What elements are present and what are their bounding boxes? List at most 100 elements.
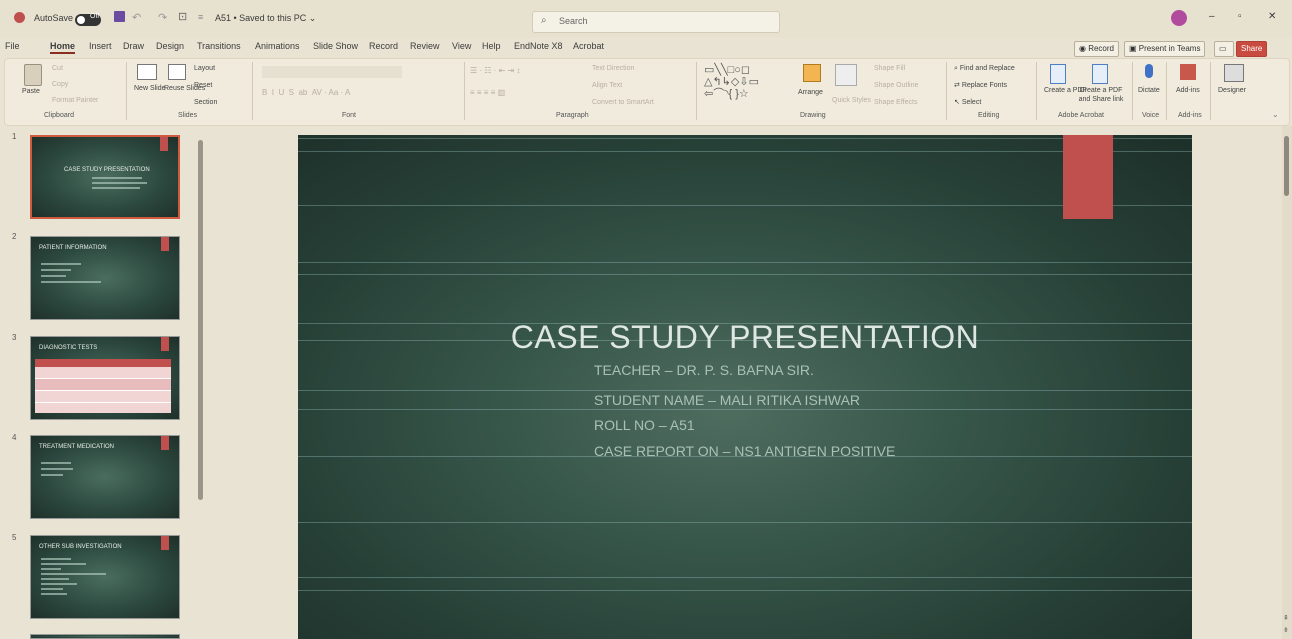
present-from-start-icon[interactable]: ⊡ bbox=[178, 10, 187, 23]
align-text-button[interactable]: Align Text bbox=[592, 81, 622, 90]
microphone-icon[interactable] bbox=[1145, 64, 1153, 78]
create-pdf-button[interactable]: Create a PDF bbox=[1044, 86, 1087, 95]
subtitle-line-teacher[interactable]: TEACHER – DR. P. S. BAFNA SIR. bbox=[594, 362, 814, 378]
group-divider bbox=[464, 62, 465, 120]
tab-acrobat[interactable]: Acrobat bbox=[573, 41, 604, 51]
slide-thumbnail-6[interactable] bbox=[30, 634, 180, 639]
reuse-slides-icon[interactable] bbox=[168, 64, 186, 80]
share-pdf-icon[interactable] bbox=[1092, 64, 1108, 84]
tab-design[interactable]: Design bbox=[156, 41, 184, 51]
quick-styles-icon[interactable] bbox=[835, 64, 857, 86]
tab-insert[interactable]: Insert bbox=[89, 41, 112, 51]
restore-icon[interactable]: ▫ bbox=[1238, 11, 1242, 22]
arrange-icon[interactable] bbox=[803, 64, 821, 82]
dictate-button[interactable]: Dictate bbox=[1138, 86, 1160, 95]
tab-animations[interactable]: Animations bbox=[255, 41, 300, 51]
create-pdf-icon[interactable] bbox=[1050, 64, 1066, 84]
decorative-line bbox=[298, 262, 1192, 263]
select-button[interactable]: ↖ Select bbox=[954, 98, 981, 107]
slide-thumbnail-2[interactable]: PATIENT INFORMATION bbox=[30, 236, 180, 320]
slide-title[interactable]: CASE STUDY PRESENTATION bbox=[298, 319, 1192, 356]
previous-slide-icon[interactable]: ⇞ bbox=[1283, 614, 1289, 622]
designer-icon[interactable] bbox=[1224, 64, 1244, 82]
tab-home[interactable]: Home bbox=[50, 41, 76, 54]
subtitle-line-roll[interactable]: ROLL NO – A51 bbox=[594, 417, 695, 433]
decorative-line bbox=[298, 138, 1192, 139]
arrange-button[interactable]: Arrange bbox=[798, 88, 823, 97]
shape-fill-button[interactable]: Shape Fill bbox=[874, 64, 905, 73]
thumbnail-number: 1 bbox=[12, 132, 17, 141]
copy-button[interactable]: Copy bbox=[52, 80, 68, 89]
thumbnail-ribbon-accent bbox=[161, 436, 169, 450]
slide-scrollbar[interactable]: ⇞ ⇟ bbox=[1282, 126, 1292, 639]
shape-effects-button[interactable]: Shape Effects bbox=[874, 98, 917, 107]
slide-scrollbar-thumb[interactable] bbox=[1284, 136, 1289, 196]
replace-fonts-button[interactable]: ⇄ Replace Fonts bbox=[954, 81, 1007, 90]
tab-file[interactable]: File bbox=[5, 41, 20, 51]
convert-smartart-button[interactable]: Convert to SmartArt bbox=[592, 98, 654, 107]
close-icon[interactable]: ✕ bbox=[1268, 11, 1276, 22]
group-divider bbox=[1036, 62, 1037, 120]
next-slide-icon[interactable]: ⇟ bbox=[1283, 626, 1289, 634]
addins-group-label: Add-ins bbox=[1178, 112, 1202, 119]
section-button[interactable]: Section bbox=[194, 98, 217, 107]
font-name-box[interactable] bbox=[262, 66, 402, 78]
present-in-teams-button[interactable]: ▣ Present in Teams bbox=[1124, 41, 1206, 57]
paste-icon[interactable] bbox=[24, 64, 42, 86]
tab-transitions[interactable]: Transitions bbox=[197, 41, 241, 51]
new-slide-button[interactable]: New Slide bbox=[134, 84, 166, 93]
subtitle-line-case[interactable]: CASE REPORT ON – NS1 ANTIGEN POSITIVE bbox=[594, 443, 895, 459]
text-direction-button[interactable]: Text Direction bbox=[592, 64, 634, 73]
tab-record[interactable]: Record bbox=[369, 41, 398, 51]
slide-thumbnail-5[interactable]: OTHER SUB INVESTIGATION bbox=[30, 535, 180, 619]
designer-button[interactable]: Designer bbox=[1218, 86, 1246, 95]
paste-button[interactable]: Paste bbox=[22, 87, 40, 96]
tab-review[interactable]: Review bbox=[410, 41, 440, 51]
create-share-pdf-button[interactable]: Create a PDF and Share link bbox=[1074, 86, 1128, 104]
format-painter-button[interactable]: Format Painter bbox=[52, 96, 98, 105]
addins-icon[interactable] bbox=[1180, 64, 1196, 80]
minimize-icon[interactable]: – bbox=[1209, 11, 1215, 22]
tab-endnote[interactable]: EndNote X8 bbox=[514, 41, 563, 51]
shape-outline-button[interactable]: Shape Outline bbox=[874, 81, 918, 90]
avatar[interactable] bbox=[1171, 10, 1187, 26]
share-button[interactable]: Share bbox=[1236, 41, 1268, 57]
tab-draw[interactable]: Draw bbox=[123, 41, 144, 51]
thumbnail-scrollbar-thumb[interactable] bbox=[198, 140, 203, 500]
redo-icon[interactable]: ↷ bbox=[158, 11, 167, 24]
align-buttons[interactable]: ≡ ≡ ≡ ≡ ▥ bbox=[470, 88, 505, 97]
cut-button[interactable]: Cut bbox=[52, 64, 63, 73]
undo-icon[interactable]: ↶ bbox=[132, 11, 141, 24]
addins-button[interactable]: Add-ins bbox=[1176, 86, 1200, 95]
thumbnail-scrollbar[interactable] bbox=[198, 128, 204, 639]
record-button[interactable]: ◉ Record bbox=[1074, 41, 1119, 57]
font-color-icon[interactable]: A bbox=[345, 88, 350, 97]
teams-icon: ▣ bbox=[1129, 44, 1139, 53]
quick-styles-button[interactable]: Quick Styles bbox=[832, 96, 871, 105]
layout-button[interactable]: Layout bbox=[194, 64, 215, 73]
reset-button[interactable]: Reset bbox=[194, 81, 212, 90]
thumbnail-text-line bbox=[41, 593, 67, 595]
save-icon[interactable] bbox=[114, 11, 125, 22]
subtitle-line-student[interactable]: STUDENT NAME – MALI RITIKA ISHWAR bbox=[594, 392, 860, 408]
decorative-line bbox=[298, 151, 1192, 152]
slide-thumbnail-4[interactable]: TREATMENT MEDICATION bbox=[30, 435, 180, 519]
collapse-ribbon-icon[interactable]: ⌄ bbox=[1272, 110, 1279, 119]
search-box[interactable]: ⌕ Search bbox=[532, 11, 780, 33]
customize-toolbar-icon[interactable]: ≡ bbox=[198, 12, 203, 22]
shapes-gallery[interactable]: ▭╲╲□○◻ △↰↳◇⇩▭ ⇦⌒◝{ }☆ bbox=[704, 64, 794, 104]
new-slide-icon[interactable] bbox=[137, 64, 157, 80]
font-format-buttons[interactable]: B I U S ab AV · Aa · A bbox=[262, 88, 350, 97]
tab-view[interactable]: View bbox=[452, 41, 471, 51]
current-slide[interactable]: CASE STUDY PRESENTATION TEACHER – DR. P.… bbox=[298, 135, 1192, 639]
tab-help[interactable]: Help bbox=[482, 41, 501, 51]
slide-thumbnail-1[interactable]: CASE STUDY PRESENTATION bbox=[30, 135, 180, 219]
list-buttons[interactable]: ☰ · ☷ · ⇤ ⇥ ↕ bbox=[470, 66, 520, 75]
slide-ribbon-accent bbox=[1063, 135, 1113, 219]
comments-icon[interactable]: ▭ bbox=[1214, 41, 1234, 57]
slide-thumbnail-3[interactable]: DIAGNOSTIC TESTS bbox=[30, 336, 180, 420]
document-title[interactable]: A51 • Saved to this PC ⌄ bbox=[215, 13, 316, 24]
thumbnail-ribbon-accent bbox=[160, 137, 168, 151]
find-replace-button[interactable]: ⌕ Find and Replace bbox=[954, 64, 1015, 73]
tab-slide-show[interactable]: Slide Show bbox=[313, 41, 358, 51]
